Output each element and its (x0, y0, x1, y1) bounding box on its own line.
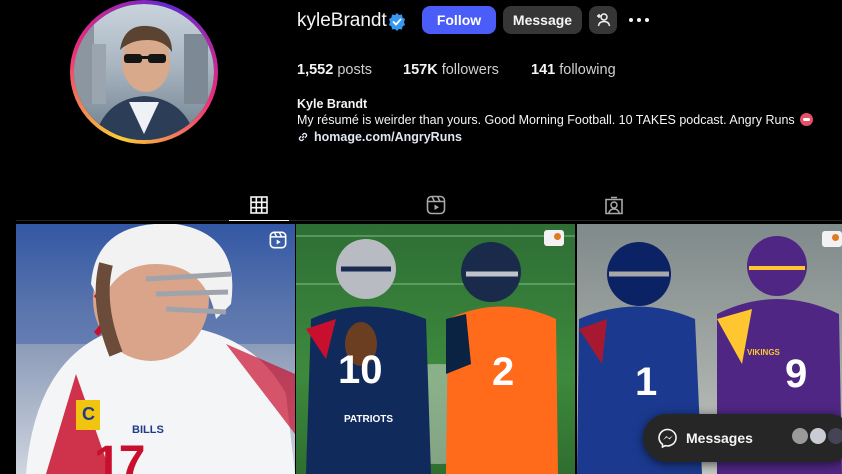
suggested-users-button[interactable] (589, 6, 617, 34)
profile-full-name: Kyle Brandt (297, 97, 368, 111)
post-3-jersey-number-1: 1 (635, 360, 658, 404)
profile-avatar[interactable] (70, 0, 218, 144)
more-options-icon[interactable] (628, 12, 650, 28)
link-icon (298, 132, 308, 142)
network-logo-icon (544, 230, 564, 246)
post-1-team-text: BILLS (132, 424, 164, 436)
verified-badge-icon (389, 13, 405, 31)
post-tile-1[interactable]: C BILLS 17 (16, 224, 295, 474)
post-2-jersey-number-2: 2 (492, 350, 515, 394)
tab-reels[interactable] (406, 190, 466, 220)
conversation-avatar (826, 426, 842, 446)
message-button[interactable]: Message (503, 6, 582, 34)
post-1-image (16, 224, 295, 474)
messenger-icon (658, 428, 677, 448)
following-link[interactable]: 141 following (531, 62, 616, 78)
followers-count-value: 157K (403, 62, 438, 78)
following-label: following (559, 62, 616, 78)
post-1-jersey-number: 17 (94, 437, 145, 474)
profile-bio: My résumé is weirder than yours. Good Mo… (297, 113, 813, 127)
post-2-jersey-number-1: 10 (338, 348, 383, 392)
posts-count-value: 1,552 (297, 62, 334, 78)
followers-link[interactable]: 157K followers (403, 62, 499, 78)
tab-tagged[interactable] (584, 190, 644, 220)
bio-text: My résumé is weirder than yours. Good Mo… (297, 113, 795, 127)
post-3-jersey-number-2: 9 (785, 352, 808, 396)
tagged-icon (605, 196, 623, 215)
post-2-team-text: PATRIOTS (344, 414, 394, 425)
post-tile-2[interactable]: 10 2 PATRIOTS (296, 224, 575, 474)
profile-username: kyleBrandt (297, 10, 387, 31)
captain-patch: C (82, 404, 95, 424)
reel-indicator-icon (269, 231, 287, 249)
messages-label: Messages (686, 430, 753, 446)
avatar-photo (74, 4, 214, 140)
following-count-value: 141 (531, 62, 556, 78)
followers-label: followers (441, 62, 499, 78)
avatar-illustration (74, 24, 208, 140)
conversation-avatar (790, 426, 810, 446)
bio-link-text: homage.com/AngryRuns (314, 130, 462, 144)
tabs-divider (16, 220, 842, 221)
posts-count-label: posts (337, 62, 372, 78)
bio-link[interactable]: homage.com/AngryRuns (297, 130, 462, 144)
reels-icon (426, 195, 446, 215)
conversation-avatar (808, 426, 828, 446)
follow-button[interactable]: Follow (422, 6, 496, 34)
add-user-icon (597, 13, 611, 27)
posts-count: 1,552 posts (297, 62, 372, 78)
emoji-icon (799, 113, 813, 126)
grid-icon (250, 196, 268, 214)
post-3-team-text: VIKINGS (747, 348, 780, 357)
tab-posts[interactable] (229, 190, 289, 221)
network-logo-icon (822, 231, 842, 247)
